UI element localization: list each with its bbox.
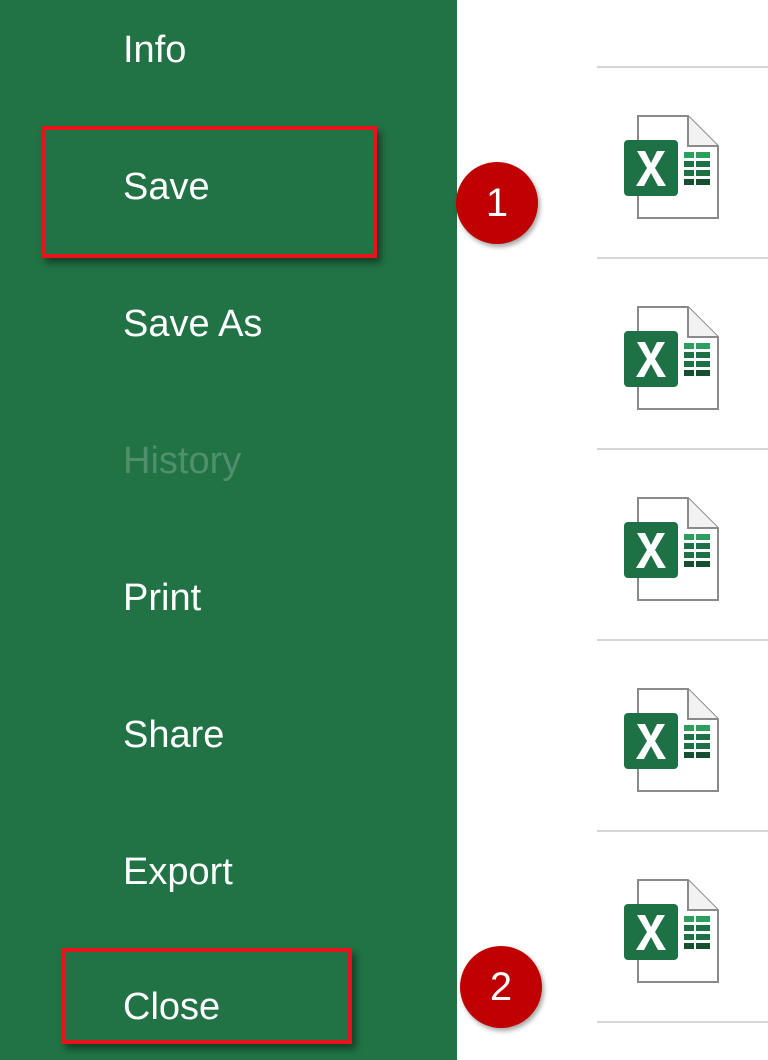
excel-file-icon <box>624 688 719 792</box>
nav-item-label: Export <box>123 851 233 893</box>
excel-file-icon <box>624 115 719 219</box>
list-item[interactable] <box>597 641 768 831</box>
close-highlight-box <box>61 948 352 1044</box>
excel-backstage-view: Info Save Save As History Print Share Ex… <box>0 0 768 1060</box>
excel-file-icon <box>624 879 719 983</box>
nav-item-save-as[interactable]: Save As <box>0 269 457 379</box>
save-highlight-box <box>41 126 377 258</box>
nav-item-share[interactable]: Share <box>0 680 457 790</box>
step-marker: 1 <box>456 162 538 244</box>
excel-file-icon <box>624 306 719 410</box>
row-divider <box>597 1021 768 1023</box>
excel-file-icon <box>624 497 719 601</box>
nav-item-label: Share <box>123 714 225 756</box>
list-item[interactable] <box>597 259 768 449</box>
list-item[interactable] <box>597 832 768 1022</box>
step-marker: 2 <box>460 946 542 1028</box>
nav-item-label: Info <box>123 29 187 71</box>
nav-item-print[interactable]: Print <box>0 543 457 653</box>
nav-item-label: Print <box>123 577 202 619</box>
nav-item-history: History <box>0 406 457 516</box>
nav-item-export[interactable]: Export <box>0 817 457 927</box>
list-item[interactable] <box>597 68 768 258</box>
nav-item-info[interactable]: Info <box>0 0 457 105</box>
nav-item-label: History <box>123 440 242 482</box>
list-item[interactable] <box>597 450 768 640</box>
nav-item-label: Save As <box>123 303 263 345</box>
